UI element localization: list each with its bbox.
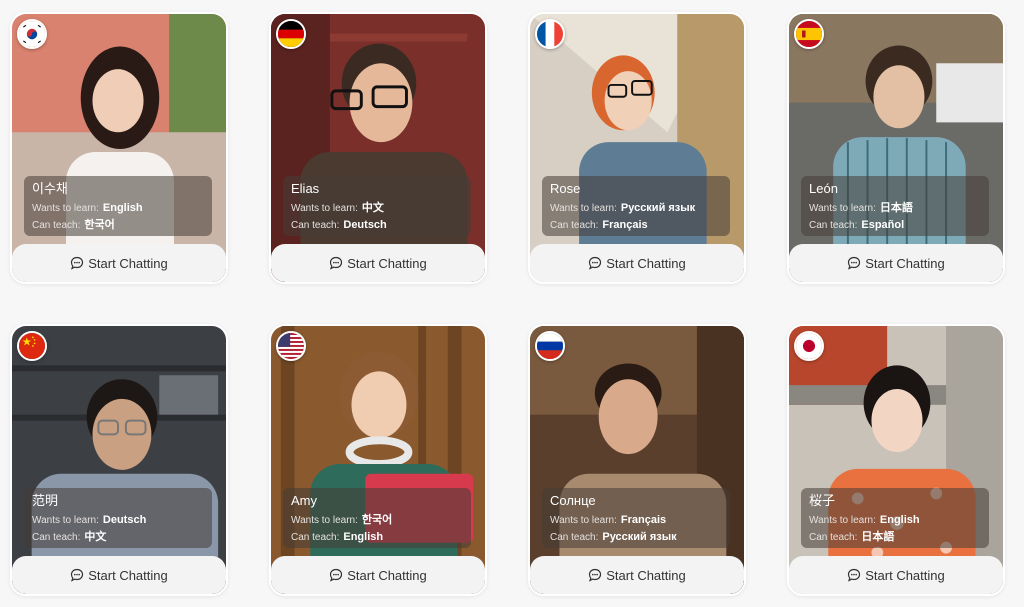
partner-name: 桜子 xyxy=(809,493,836,508)
start-chatting-button[interactable]: Start Chatting xyxy=(789,556,1003,594)
wants-label: Wants to learn: xyxy=(32,515,99,526)
profile-photo xyxy=(789,326,1003,594)
wants-language: English xyxy=(102,202,143,214)
partner-card[interactable]: León Wants to learn: 日本語 Can teach: Españo… xyxy=(787,12,1005,284)
chat-bubble-icon xyxy=(70,568,84,582)
chat-bubble-icon xyxy=(329,256,343,270)
china-flag-icon xyxy=(17,331,47,361)
start-chatting-label: Start Chatting xyxy=(347,567,427,583)
partner-card[interactable]: Rose Wants to learn: Русский язык Can tea… xyxy=(528,12,746,284)
wants-label: Wants to learn: xyxy=(550,515,617,526)
start-chatting-button[interactable]: Start Chatting xyxy=(789,244,1003,282)
profile-photo xyxy=(12,14,226,282)
teach-language: 한국어 xyxy=(84,219,115,231)
wants-label: Wants to learn: xyxy=(291,515,358,526)
wants-label: Wants to learn: xyxy=(809,203,876,214)
profile-photo xyxy=(530,14,744,282)
start-chatting-button[interactable]: Start Chatting xyxy=(530,244,744,282)
partner-grid: 이수채 Wants to learn: English Can teach: 한국어… xyxy=(10,12,1005,596)
profile-info: 桜子 Wants to learn: English Can teach: 日本語 xyxy=(801,488,989,548)
teach-label: Can teach: xyxy=(291,220,340,231)
teach-label: Can teach: xyxy=(291,532,340,543)
start-chatting-button[interactable]: Start Chatting xyxy=(271,556,485,594)
start-chatting-label: Start Chatting xyxy=(865,255,945,271)
start-chatting-label: Start Chatting xyxy=(88,567,168,583)
teach-language: 日本語 xyxy=(861,531,895,543)
wants-label: Wants to learn: xyxy=(550,203,617,214)
start-chatting-label: Start Chatting xyxy=(606,567,686,583)
partner-name: Elias xyxy=(291,181,320,196)
wants-language: 한국어 xyxy=(361,514,393,526)
teach-language: Français xyxy=(602,219,648,231)
partner-card[interactable]: 范明 Wants to learn: Deutsch Can teach: 中文 S… xyxy=(10,324,228,596)
profile-info: 范明 Wants to learn: Deutsch Can teach: 中文 xyxy=(24,488,212,548)
profile-info: 이수채 Wants to learn: English Can teach: 한국어 xyxy=(24,176,212,236)
chat-bubble-icon xyxy=(329,568,343,582)
chat-bubble-icon xyxy=(847,568,861,582)
partner-name: Amy xyxy=(291,493,317,508)
partner-card[interactable]: Солнце Wants to learn: Français Can teach… xyxy=(528,324,746,596)
wants-language: 中文 xyxy=(361,202,384,214)
chat-bubble-icon xyxy=(70,256,84,270)
teach-label: Can teach: xyxy=(550,220,599,231)
profile-photo xyxy=(789,14,1003,282)
profile-info: Elias Wants to learn: 中文 Can teach: Deutsc… xyxy=(283,176,471,236)
wants-language: 日本語 xyxy=(879,202,913,214)
partner-card[interactable]: 桜子 Wants to learn: English Can teach: 日本語 … xyxy=(787,324,1005,596)
france-flag-icon xyxy=(535,19,565,49)
wants-language: English xyxy=(879,514,920,526)
profile-info: León Wants to learn: 日本語 Can teach: Españo… xyxy=(801,176,989,236)
teach-label: Can teach: xyxy=(809,220,858,231)
profile-info: Солнце Wants to learn: Français Can teach… xyxy=(542,488,730,548)
chat-bubble-icon xyxy=(588,256,602,270)
wants-language: Français xyxy=(620,514,667,526)
teach-language: Русский язык xyxy=(602,531,677,543)
russia-flag-icon xyxy=(535,331,565,361)
partner-name: Rose xyxy=(550,181,581,196)
partner-card[interactable]: Elias Wants to learn: 中文 Can teach: Deutsc… xyxy=(269,12,487,284)
start-chatting-button[interactable]: Start Chatting xyxy=(271,244,485,282)
start-chatting-label: Start Chatting xyxy=(347,255,427,271)
partner-name: 이수채 xyxy=(32,181,68,196)
usa-flag-icon xyxy=(276,331,306,361)
wants-label: Wants to learn: xyxy=(32,203,99,214)
japan-flag-icon xyxy=(794,331,824,361)
partner-name: Солнце xyxy=(550,493,596,508)
start-chatting-button[interactable]: Start Chatting xyxy=(530,556,744,594)
start-chatting-label: Start Chatting xyxy=(88,255,168,271)
start-chatting-label: Start Chatting xyxy=(606,255,686,271)
teach-language: Español xyxy=(861,219,905,231)
start-chatting-button[interactable]: Start Chatting xyxy=(12,244,226,282)
partner-name: 范明 xyxy=(32,493,59,508)
spain-flag-icon xyxy=(794,19,824,49)
profile-info: Amy Wants to learn: 한국어 Can teach: English xyxy=(283,488,471,548)
wants-language: Русский язык xyxy=(620,202,696,214)
profile-photo xyxy=(271,14,485,282)
chat-bubble-icon xyxy=(588,568,602,582)
start-chatting-button[interactable]: Start Chatting xyxy=(12,556,226,594)
korea-flag-icon xyxy=(17,19,47,49)
partner-card[interactable]: Amy Wants to learn: 한국어 Can teach: English… xyxy=(269,324,487,596)
teach-language: Deutsch xyxy=(343,219,387,231)
teach-label: Can teach: xyxy=(550,532,599,543)
chat-bubble-icon xyxy=(847,256,861,270)
wants-label: Wants to learn: xyxy=(291,203,358,214)
teach-label: Can teach: xyxy=(32,532,81,543)
partner-card[interactable]: 이수채 Wants to learn: English Can teach: 한국어… xyxy=(10,12,228,284)
teach-language: 中文 xyxy=(84,531,107,543)
profile-photo xyxy=(530,326,744,594)
profile-info: Rose Wants to learn: Русский язык Can tea… xyxy=(542,176,730,236)
germany-flag-icon xyxy=(276,19,306,49)
teach-label: Can teach: xyxy=(809,532,858,543)
partner-name: León xyxy=(809,181,838,196)
wants-label: Wants to learn: xyxy=(809,515,876,526)
profile-photo xyxy=(271,326,485,594)
profile-photo xyxy=(12,326,226,594)
teach-language: English xyxy=(343,531,384,543)
teach-label: Can teach: xyxy=(32,220,81,231)
start-chatting-label: Start Chatting xyxy=(865,567,945,583)
wants-language: Deutsch xyxy=(102,514,147,526)
